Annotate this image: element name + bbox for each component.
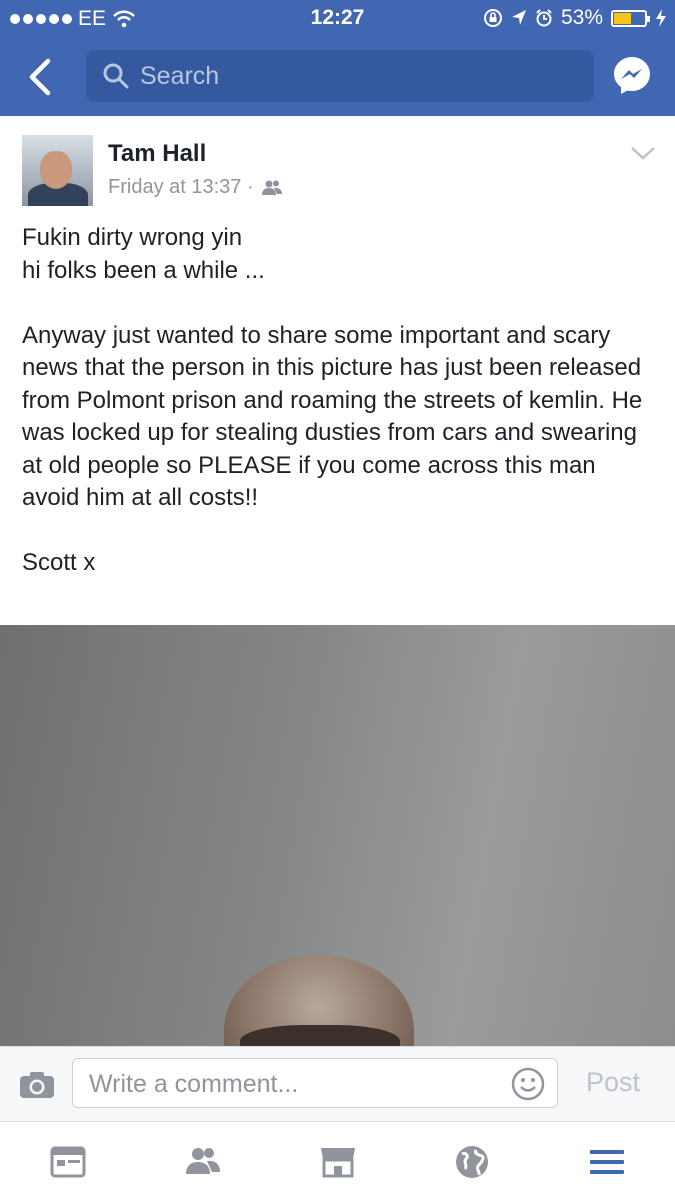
post-button[interactable]: Post <box>586 1067 640 1098</box>
post-timestamp[interactable]: Friday at 13:37 · <box>108 176 254 199</box>
menu-icon[interactable] <box>587 1142 627 1182</box>
post-meta: Friday at 13:37 · <box>108 176 283 199</box>
search-icon <box>103 63 129 89</box>
post-photo[interactable] <box>0 625 675 1047</box>
messenger-icon[interactable] <box>612 55 652 95</box>
chevron-down-icon[interactable] <box>630 145 656 161</box>
status-bar: EE 12:27 53% <box>0 0 675 38</box>
marketplace-icon[interactable] <box>318 1142 358 1182</box>
search-bar[interactable]: Search <box>86 50 594 102</box>
back-arrow-icon[interactable] <box>22 55 62 99</box>
battery-icon <box>611 9 650 27</box>
charging-icon <box>656 9 666 27</box>
camera-icon[interactable] <box>18 1070 56 1100</box>
rotation-lock-icon <box>483 9 502 27</box>
comment-input[interactable] <box>87 1067 491 1101</box>
news-feed-icon[interactable] <box>48 1142 88 1182</box>
comment-composer: Post <box>0 1046 675 1122</box>
post-body-text: Fukin dirty wrong yin hi folks been a wh… <box>22 224 643 576</box>
friends-icon[interactable] <box>183 1142 223 1182</box>
alarm-icon <box>536 9 552 27</box>
emoji-icon[interactable] <box>511 1067 545 1101</box>
top-header: EE 12:27 53% Search <box>0 0 675 116</box>
comment-input-wrapper <box>72 1058 558 1108</box>
globe-notifications-icon[interactable] <box>452 1142 492 1182</box>
photo-subject-shadow <box>240 1025 400 1047</box>
author-avatar[interactable] <box>22 135 93 206</box>
bottom-tab-bar <box>0 1121 675 1201</box>
friends-privacy-icon <box>261 180 282 195</box>
location-icon <box>511 10 526 25</box>
search-placeholder: Search <box>140 61 220 90</box>
author-name[interactable]: Tam Hall <box>108 140 206 168</box>
battery-percent: 53% <box>560 6 603 29</box>
status-indicators: 53% <box>483 6 667 30</box>
